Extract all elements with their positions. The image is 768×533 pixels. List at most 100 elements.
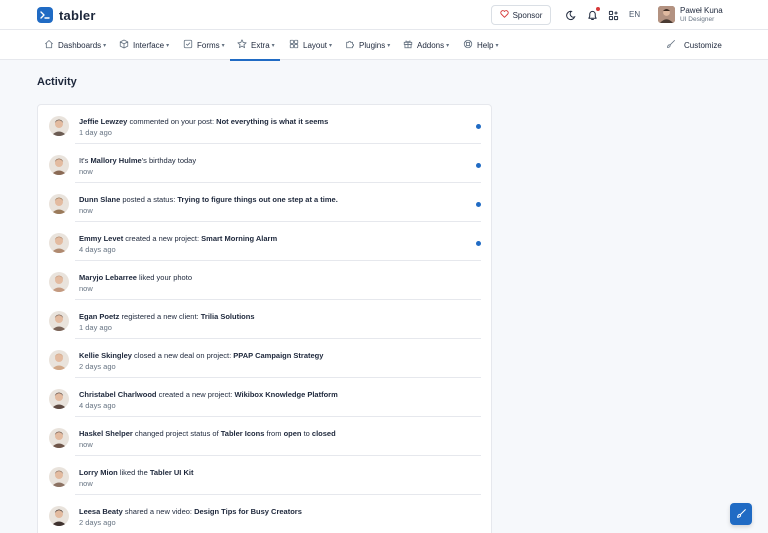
activity-item[interactable]: Jeffie Lewzey commented on your post: No… — [38, 105, 481, 144]
nav-item-extra[interactable]: Extra ▾ — [230, 30, 280, 61]
brush-icon — [736, 508, 747, 521]
activity-time: 2 days ago — [79, 518, 116, 527]
customize-label: Customize — [684, 40, 722, 50]
nav-label: Plugins — [359, 40, 386, 50]
activity-time: now — [79, 440, 93, 449]
activity-strong: Tabler UI Kit — [149, 468, 194, 477]
nav-label: Forms — [197, 40, 220, 50]
activity-time: 2 days ago — [79, 362, 116, 371]
avatar — [49, 194, 69, 214]
unread-dot — [476, 241, 481, 246]
avatar — [49, 272, 69, 292]
nav-item-plugins[interactable]: Plugins ▾ — [345, 30, 390, 60]
avatar — [49, 389, 69, 409]
activity-item[interactable]: Haskel Shelper changed project status of… — [38, 417, 481, 456]
avatar — [49, 311, 69, 331]
brand-name: tabler — [59, 7, 96, 23]
activity-item[interactable]: Emmy Levet created a new project: Smart … — [38, 222, 481, 261]
unread-dot — [476, 163, 481, 168]
activity-fragment: It's — [79, 156, 91, 165]
activity-strong: Leesa Beaty — [79, 507, 123, 516]
activity-time: 1 day ago — [79, 128, 112, 137]
activity-text: Leesa Beaty shared a new video: Design T… — [79, 507, 302, 516]
nav-item-forms[interactable]: Forms ▾ — [183, 30, 225, 60]
activity-strong: Not everything is what it seems — [216, 117, 329, 126]
activity-fragment: closed a new deal on project: — [131, 351, 234, 360]
activity-item[interactable]: Egan Poetz registered a new client: Tril… — [38, 300, 481, 339]
nav-item-help[interactable]: Help ▾ — [463, 30, 498, 60]
user-avatar[interactable] — [658, 6, 675, 23]
gift-icon — [403, 39, 413, 51]
activity-time: now — [79, 167, 93, 176]
avatar — [49, 428, 69, 448]
activity-item[interactable]: Lorry Mion liked the Tabler UI Kit now — [38, 456, 481, 495]
activity-text: Kellie Skingley closed a new deal on pro… — [79, 351, 323, 360]
activity-item[interactable]: It's Mallory Hulme's birthday today now — [38, 144, 481, 183]
activity-card: Jeffie Lewzey commented on your post: No… — [37, 104, 492, 533]
chevron-down-icon: ▾ — [271, 42, 275, 49]
star-icon — [237, 39, 247, 51]
chevron-down-icon: ▾ — [387, 42, 391, 49]
language-selector[interactable]: EN — [629, 10, 640, 19]
avatar — [49, 350, 69, 370]
brand-logo[interactable]: tabler — [37, 7, 96, 23]
page-title: Activity — [37, 76, 77, 88]
activity-text: Emmy Levet created a new project: Smart … — [79, 234, 277, 243]
activity-fragment: created a new project: — [156, 390, 235, 399]
activity-strong: open — [283, 429, 302, 438]
customize-button[interactable]: Customize — [666, 30, 722, 60]
chevron-down-icon: ▾ — [446, 42, 450, 49]
theme-settings-button[interactable] — [730, 503, 752, 525]
terminal-icon — [37, 7, 53, 23]
avatar — [49, 116, 69, 136]
avatar — [49, 506, 69, 526]
activity-strong: Lorry Mion — [79, 468, 118, 477]
activity-strong: Maryjo Lebarree — [79, 273, 137, 282]
nav-label: Extra — [251, 40, 270, 50]
main-navigation: Dashboards ▾ Interface ▾ Forms ▾ Extra ▾ Lay… — [0, 30, 768, 61]
activity-strong: Jeffie Lewzey — [79, 117, 128, 126]
sponsor-label: Sponsor — [512, 10, 543, 20]
bell-icon[interactable] — [586, 7, 600, 21]
activity-strong: Egan Poetz — [79, 312, 120, 321]
nav-label: Addons — [417, 40, 445, 50]
activity-strong: Wikibox Knowledge Platform — [234, 390, 338, 399]
apps-icon[interactable] — [607, 9, 619, 21]
chevron-down-icon: ▾ — [221, 42, 225, 49]
puzzle-icon — [345, 39, 355, 51]
activity-fragment: registered a new client: — [119, 312, 201, 321]
home-icon — [44, 39, 54, 51]
sponsor-button[interactable]: Sponsor — [491, 5, 551, 25]
activity-strong: Christabel Charlwood — [79, 390, 157, 399]
activity-strong: Emmy Levet — [79, 234, 124, 243]
activity-strong: PPAP Campaign Strategy — [233, 351, 324, 360]
package-icon — [119, 39, 129, 51]
activity-time: now — [79, 284, 93, 293]
activity-item[interactable]: Leesa Beaty shared a new video: Design T… — [38, 495, 481, 533]
activity-text: It's Mallory Hulme's birthday today — [79, 156, 196, 165]
activity-item[interactable]: Maryjo Lebarree liked your photo now — [38, 261, 481, 300]
activity-fragment: shared a new video: — [122, 507, 195, 516]
activity-time: 1 day ago — [79, 323, 112, 332]
chevron-down-icon: ▾ — [103, 42, 107, 49]
checkbox-icon — [183, 39, 193, 51]
nav-item-interface[interactable]: Interface ▾ — [119, 30, 169, 60]
active-indicator — [230, 59, 280, 61]
activity-item[interactable]: Dunn Slane posted a status: Trying to fi… — [38, 183, 481, 222]
nav-item-dashboards[interactable]: Dashboards ▾ — [44, 30, 106, 60]
nav-item-layout[interactable]: Layout ▾ — [289, 30, 332, 60]
activity-time: 4 days ago — [79, 401, 116, 410]
moon-icon[interactable] — [564, 9, 576, 21]
nav-label: Help — [477, 40, 494, 50]
activity-text: Maryjo Lebarree liked your photo — [79, 273, 192, 282]
activity-item[interactable]: Christabel Charlwood created a new proje… — [38, 378, 481, 417]
user-name: Paweł Kuna — [680, 6, 723, 15]
activity-text: Haskel Shelper changed project status of… — [79, 429, 336, 438]
brush-icon — [666, 39, 676, 51]
activity-item[interactable]: Kellie Skingley closed a new deal on pro… — [38, 339, 481, 378]
nav-item-addons[interactable]: Addons ▾ — [403, 30, 449, 60]
activity-text: Christabel Charlwood created a new proje… — [79, 390, 338, 399]
activity-strong: Mallory Hulme — [90, 156, 142, 165]
unread-dot — [476, 202, 481, 207]
user-role: UI Designer — [680, 16, 715, 23]
